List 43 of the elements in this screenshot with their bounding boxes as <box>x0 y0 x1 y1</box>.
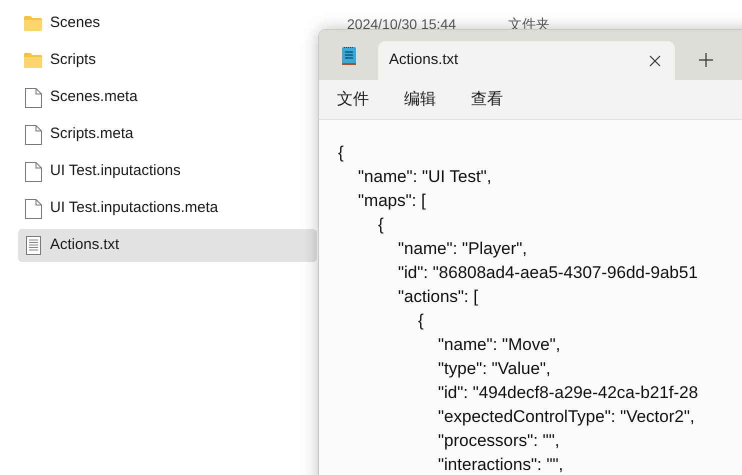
code-line: "interactions": "", <box>438 454 564 475</box>
file-name: Scenes <box>50 13 100 34</box>
code-line: "processors": "", <box>438 430 560 452</box>
file-tab[interactable]: Actions.txt <box>378 41 675 80</box>
file-name: Scripts <box>50 50 96 70</box>
file-row[interactable]: Scripts <box>18 44 317 77</box>
code-line: "actions": [ <box>398 286 478 308</box>
folder-icon <box>24 16 42 31</box>
code-line: "name": "Move", <box>438 334 560 356</box>
file-name: UI Test.inputactions <box>50 161 181 182</box>
code-line: "name": "Player", <box>398 238 528 260</box>
close-icon[interactable] <box>649 54 661 66</box>
file-icon <box>24 88 42 108</box>
file-row[interactable]: UI Test.inputactions <box>18 155 317 188</box>
file-name: Scripts.meta <box>50 124 134 144</box>
code-line: "id": "494decf8-a29e-42ca-b21f-28 <box>438 382 698 404</box>
file-icon <box>24 198 42 218</box>
file-name: Actions.txt <box>50 235 120 256</box>
file-row[interactable]: Scenes.meta <box>18 81 317 114</box>
file-row[interactable]: Scripts.meta <box>18 118 317 151</box>
menu-item[interactable]: 编辑 <box>404 88 436 112</box>
code-line: "maps": [ <box>358 190 426 212</box>
code-line: "id": "86808ad4-aea5-4307-96dd-9ab51 <box>398 262 698 284</box>
code-line: { <box>338 142 344 164</box>
file-icon <box>24 162 42 182</box>
file-icon <box>24 124 42 144</box>
modified-date: 2024/10/30 15:44 <box>347 15 456 34</box>
menu-item[interactable]: 查看 <box>471 88 503 112</box>
code-line: "type": "Value", <box>438 358 551 380</box>
new-tab-icon[interactable] <box>699 53 713 67</box>
code-line: "expectedControlType": "Vector2", <box>438 406 695 428</box>
menu-item[interactable]: 文件 <box>337 88 369 112</box>
file-name: UI Test.inputactions.meta <box>50 198 218 218</box>
file-row[interactable]: UI Test.inputactions.meta <box>18 192 317 225</box>
text-file-icon <box>26 236 40 255</box>
folder-icon <box>24 53 42 68</box>
file-row[interactable]: Actions.txt <box>18 229 317 262</box>
file-name: Scenes.meta <box>50 87 138 108</box>
code-line: { <box>418 310 424 332</box>
notepad-icon <box>341 46 357 66</box>
file-row[interactable]: Scenes <box>18 7 317 40</box>
code-line: "name": "UI Test", <box>358 166 492 188</box>
code-line: { <box>378 214 384 236</box>
